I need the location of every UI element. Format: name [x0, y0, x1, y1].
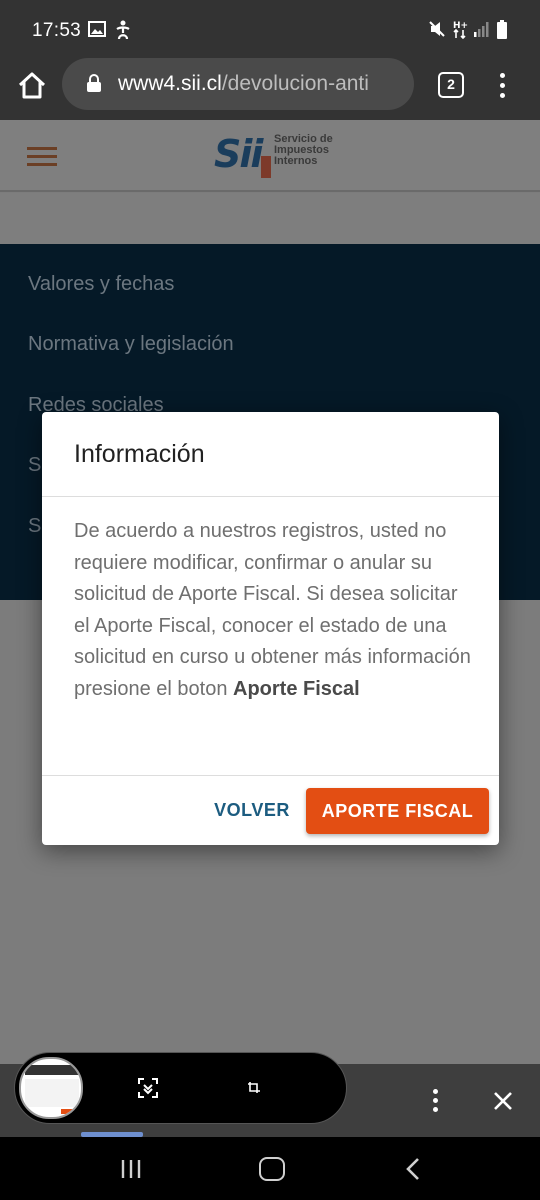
- battery-icon: [497, 20, 507, 39]
- dialog-message-text: De acuerdo a nuestros registros, usted n…: [74, 520, 471, 700]
- more-options-icon[interactable]: [430, 1089, 440, 1113]
- dialog-divider-top: [42, 496, 499, 497]
- close-icon[interactable]: [492, 1090, 514, 1112]
- lock-icon: [87, 74, 101, 92]
- scroll-capture-icon[interactable]: [137, 1077, 159, 1099]
- logo-text-line: Internos: [274, 155, 318, 167]
- url-text: www4.sii.cl/devolucion-anti: [118, 72, 406, 96]
- aporte-fiscal-button[interactable]: APORTE FISCAL: [306, 788, 489, 834]
- info-dialog: Información De acuerdo a nuestros regist…: [42, 412, 499, 845]
- hplus-data-icon: H+: [453, 21, 468, 40]
- screenshot-thumbnail[interactable]: [19, 1057, 83, 1119]
- mute-icon: [429, 21, 445, 37]
- dialog-message: De acuerdo a nuestros registros, usted n…: [74, 516, 474, 706]
- nav-item-5[interactable]: S: [28, 515, 41, 538]
- volver-button[interactable]: VOLVER: [202, 788, 302, 832]
- screenshot-pill: [14, 1052, 347, 1124]
- dialog-divider-bottom: [42, 775, 499, 776]
- home-button-icon[interactable]: [259, 1157, 285, 1181]
- browser-menu-icon[interactable]: [494, 70, 510, 100]
- logo-mark: Sii: [214, 132, 263, 176]
- nav-item-normativa[interactable]: Normativa y legislación: [28, 333, 234, 356]
- nav-item-4[interactable]: S: [28, 454, 41, 477]
- page-band: [0, 193, 540, 244]
- hamburger-menu-icon[interactable]: [27, 147, 57, 167]
- sii-logo: Sii Servicio de Impuestos Internos: [214, 126, 344, 186]
- logo-text: Servicio de Impuestos Internos: [274, 134, 333, 167]
- status-bar: 17:53 H+: [0, 0, 540, 60]
- recent-apps-icon[interactable]: [120, 1159, 142, 1179]
- crop-icon[interactable]: [247, 1081, 261, 1095]
- home-icon[interactable]: [16, 70, 48, 102]
- tab-switcher-button[interactable]: 2: [438, 72, 464, 98]
- url-path: /devolucion-anti: [221, 72, 369, 95]
- svg-text:H+: H+: [453, 21, 468, 31]
- clock: 17:53: [32, 20, 82, 41]
- system-navigation-bar: [0, 1137, 540, 1200]
- accessibility-icon: [116, 20, 130, 40]
- nav-item-valores[interactable]: Valores y fechas: [28, 273, 174, 296]
- dialog-title: Información: [74, 440, 205, 468]
- browser-toolbar: www4.sii.cl/devolucion-anti 2: [0, 58, 540, 120]
- url-domain: www4.sii.cl: [118, 72, 222, 95]
- image-icon: [88, 21, 106, 37]
- logo-flag: [261, 156, 271, 178]
- dialog-message-bold: Aporte Fiscal: [233, 677, 360, 700]
- site-header: Sii Servicio de Impuestos Internos: [0, 120, 540, 192]
- back-icon[interactable]: [404, 1157, 422, 1181]
- signal-icon: [474, 22, 489, 37]
- address-bar[interactable]: www4.sii.cl/devolucion-anti: [62, 58, 414, 110]
